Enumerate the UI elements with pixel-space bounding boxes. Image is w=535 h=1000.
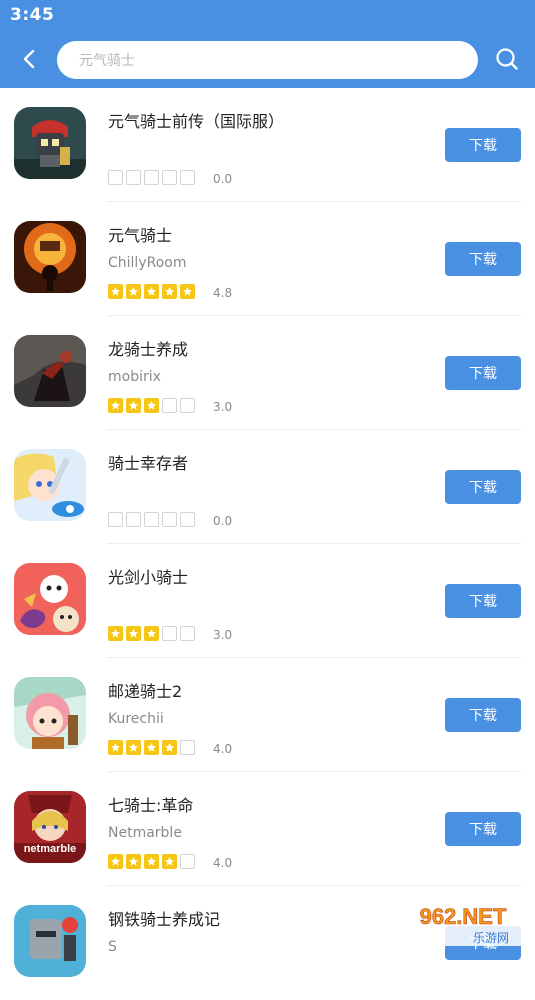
star-rating — [108, 398, 195, 413]
star-icon — [144, 284, 159, 299]
app-icon[interactable]: netmarble — [14, 791, 86, 863]
app-icon[interactable] — [14, 335, 86, 407]
chevron-left-icon — [23, 49, 35, 69]
watermark-sub: 乐游网 — [473, 931, 509, 945]
star-rating — [108, 740, 195, 755]
app-name: 元气骑士前传（国际服） — [108, 112, 285, 131]
app-icon[interactable] — [14, 107, 86, 179]
star-rating — [108, 512, 195, 527]
star-icon — [162, 854, 177, 869]
star-icon — [162, 512, 177, 527]
star-icon — [180, 284, 195, 299]
back-button[interactable] — [14, 44, 44, 74]
star-icon — [126, 170, 141, 185]
search-icon — [496, 48, 518, 70]
star-icon — [180, 512, 195, 527]
search-button[interactable] — [492, 44, 522, 74]
app-row[interactable]: 光剑小骑士 3.0 下载 — [0, 544, 535, 658]
star-icon — [144, 854, 159, 869]
star-icon — [180, 398, 195, 413]
rating-value: 3.0 — [213, 628, 233, 642]
search-box[interactable]: 元气骑士 — [57, 41, 478, 79]
star-icon — [144, 512, 159, 527]
star-icon — [108, 854, 123, 869]
download-button[interactable]: 下载 — [445, 698, 521, 732]
star-icon — [162, 170, 177, 185]
watermark-text: 962.NET — [420, 904, 507, 929]
star-icon — [108, 740, 123, 755]
app-icon[interactable] — [14, 563, 86, 635]
app-row[interactable]: 元气骑士前传（国际服） 0.0 下载 — [0, 88, 535, 202]
star-icon — [180, 170, 195, 185]
app-name: 光剑小骑士 — [108, 568, 189, 587]
app-icon[interactable] — [14, 905, 86, 977]
star-icon — [108, 626, 123, 641]
star-icon — [162, 398, 177, 413]
star-icon — [144, 740, 159, 755]
star-icon — [180, 740, 195, 755]
download-button[interactable]: 下载 — [445, 242, 521, 276]
star-icon — [126, 854, 141, 869]
star-icon — [126, 740, 141, 755]
star-icon — [180, 854, 195, 869]
download-button[interactable]: 下载 — [445, 470, 521, 504]
status-time: 3:45 — [10, 5, 55, 25]
app-row[interactable]: 龙骑士养成 mobirix 3.0 下载 — [0, 316, 535, 430]
download-button[interactable]: 下载 — [445, 356, 521, 390]
download-button[interactable]: 下载 — [445, 584, 521, 618]
app-name: 七骑士:革命 — [108, 796, 194, 815]
rating-value: 0.0 — [213, 172, 233, 186]
star-rating — [108, 284, 195, 299]
app-name: 邮递骑士2 — [108, 682, 183, 701]
star-icon — [162, 626, 177, 641]
star-rating — [108, 626, 195, 641]
rating-value: 4.0 — [213, 742, 233, 756]
app-icon[interactable] — [14, 677, 86, 749]
app-icon[interactable] — [14, 221, 86, 293]
star-icon — [162, 284, 177, 299]
app-name: 钢铁骑士养成记 — [108, 910, 221, 929]
star-rating — [108, 170, 195, 185]
app-row[interactable]: 邮递骑士2 Kurechii 4.0 下载 — [0, 658, 535, 772]
rating-value: 0.0 — [213, 514, 233, 528]
star-icon — [108, 512, 123, 527]
star-icon — [162, 740, 177, 755]
search-input[interactable]: 元气骑士 — [79, 50, 135, 70]
star-icon — [144, 626, 159, 641]
app-row[interactable]: 元气骑士 ChillyRoom 4.8 下载 — [0, 202, 535, 316]
star-icon — [126, 398, 141, 413]
app-name: 龙骑士养成 — [108, 340, 189, 359]
star-icon — [108, 170, 123, 185]
app-icon[interactable] — [14, 449, 86, 521]
star-icon — [108, 284, 123, 299]
netmarble-badge: netmarble — [23, 843, 77, 855]
star-rating — [108, 854, 195, 869]
star-icon — [180, 626, 195, 641]
star-icon — [144, 398, 159, 413]
app-developer: Kurechii — [108, 711, 164, 727]
rating-value: 4.0 — [213, 856, 233, 870]
top-bar: 3:45 元气骑士 — [0, 0, 535, 88]
app-row[interactable]: 骑士幸存者 0.0 下载 — [0, 430, 535, 544]
app-developer: ChillyRoom — [108, 255, 187, 271]
app-list: 元气骑士前传（国际服） 0.0 下载 元气骑士 ChillyRoom 4.8 下… — [0, 88, 535, 1000]
app-name: 元气骑士 — [108, 226, 173, 245]
download-button[interactable]: 下载 — [445, 812, 521, 846]
star-icon — [108, 398, 123, 413]
star-icon — [126, 626, 141, 641]
app-developer: S — [108, 939, 117, 955]
app-row[interactable]: netmarble 七骑士:革命 Netmarble 4.0 下载 — [0, 772, 535, 886]
app-developer: Netmarble — [108, 825, 182, 841]
rating-value: 3.0 — [213, 400, 233, 414]
star-icon — [126, 284, 141, 299]
download-button[interactable]: 下载 — [445, 128, 521, 162]
star-icon — [144, 170, 159, 185]
star-icon — [126, 512, 141, 527]
app-name: 骑士幸存者 — [108, 454, 189, 473]
app-developer: mobirix — [108, 369, 161, 385]
rating-value: 4.8 — [213, 286, 233, 300]
watermark: 962.NET 乐游网 — [396, 900, 531, 948]
